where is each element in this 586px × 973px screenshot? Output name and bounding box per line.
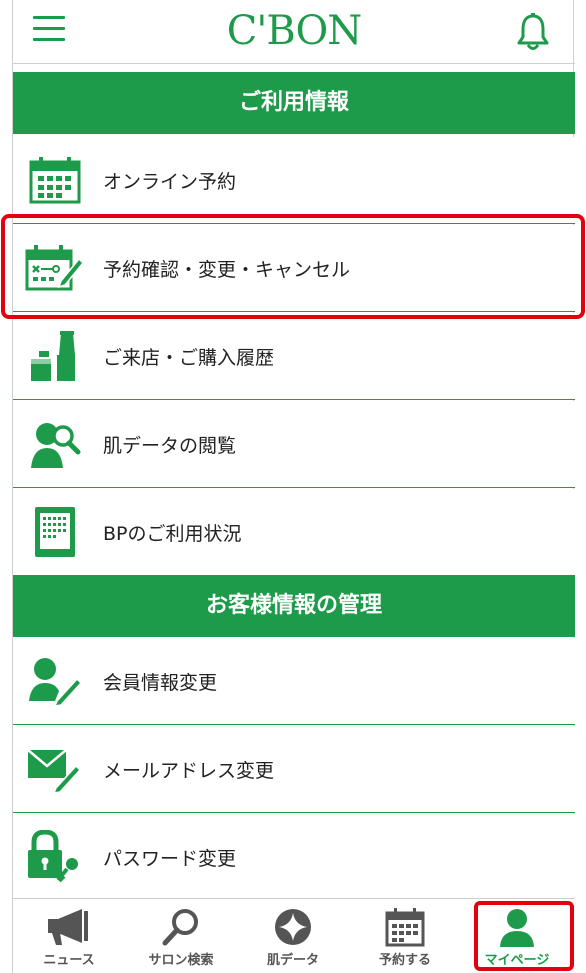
tablet-icon	[25, 504, 85, 560]
bell-icon[interactable]	[515, 12, 551, 52]
nav-label: マイページ	[484, 953, 550, 968]
products-icon	[25, 328, 85, 384]
section-header-customer: お客様情報の管理	[13, 575, 575, 637]
menu-item-booking-manage[interactable]: 予約確認・変更・キャンセル	[13, 225, 575, 312]
nav-item-skin-data[interactable]: 肌データ	[237, 899, 349, 973]
menu-item-purchase-history[interactable]: ご来店・ご購入履歴	[13, 313, 575, 400]
person-icon	[461, 899, 573, 947]
menu-item-label: 会員情報変更	[103, 671, 218, 694]
menu-item-member-info[interactable]: 会員情報変更	[13, 638, 575, 725]
calendar-edit-icon	[25, 240, 85, 296]
nav-item-booking[interactable]: 予約する	[349, 899, 461, 973]
menu-item-label: 予約確認・変更・キャンセル	[103, 258, 351, 281]
menu-item-label: BPのご利用状況	[103, 522, 242, 545]
bottom-nav: ニュース サロン検索 肌データ 予約する マイページ	[13, 898, 575, 973]
nav-item-news[interactable]: ニュース	[13, 899, 125, 973]
nav-label: 肌データ	[266, 953, 319, 968]
app-header: C'BON	[13, 0, 575, 64]
nav-label: サロン検索	[148, 953, 214, 968]
nav-item-salon-search[interactable]: サロン検索	[125, 899, 237, 973]
person-edit-icon	[25, 653, 85, 709]
nav-label: ニュース	[43, 953, 95, 968]
mail-edit-icon	[25, 741, 85, 797]
megaphone-icon	[13, 899, 125, 947]
calendar-icon	[25, 152, 85, 208]
menu-item-bp-status[interactable]: BPのご利用状況	[13, 489, 575, 576]
menu-item-password-change[interactable]: パスワード変更	[13, 814, 575, 901]
menu-item-label: ご来店・ご購入履歴	[103, 346, 275, 369]
search-icon	[125, 899, 237, 947]
person-magnifier-icon	[25, 416, 85, 472]
brand-logo: C'BON	[226, 8, 363, 54]
nav-item-mypage[interactable]: マイページ	[461, 899, 573, 973]
section-header-usage: ご利用情報	[13, 72, 575, 134]
calendar-icon	[349, 899, 461, 947]
menu-item-label: 肌データの閲覧	[103, 434, 237, 457]
menu-item-label: パスワード変更	[103, 847, 237, 870]
lock-key-icon	[25, 829, 85, 885]
menu-item-label: メールアドレス変更	[103, 759, 275, 782]
menu-item-skin-data[interactable]: 肌データの閲覧	[13, 401, 575, 488]
menu-item-label: オンライン予約	[103, 170, 237, 193]
app-frame: C'BON ご利用情報 オンライン予約 予約確認・変更・キャンセル ご来店・ご購…	[1, 0, 585, 973]
menu-item-email-change[interactable]: メールアドレス変更	[13, 726, 575, 813]
nav-label: 予約する	[378, 953, 431, 968]
sparkle-icon	[237, 899, 349, 947]
menu-item-online-booking[interactable]: オンライン予約	[13, 137, 575, 224]
